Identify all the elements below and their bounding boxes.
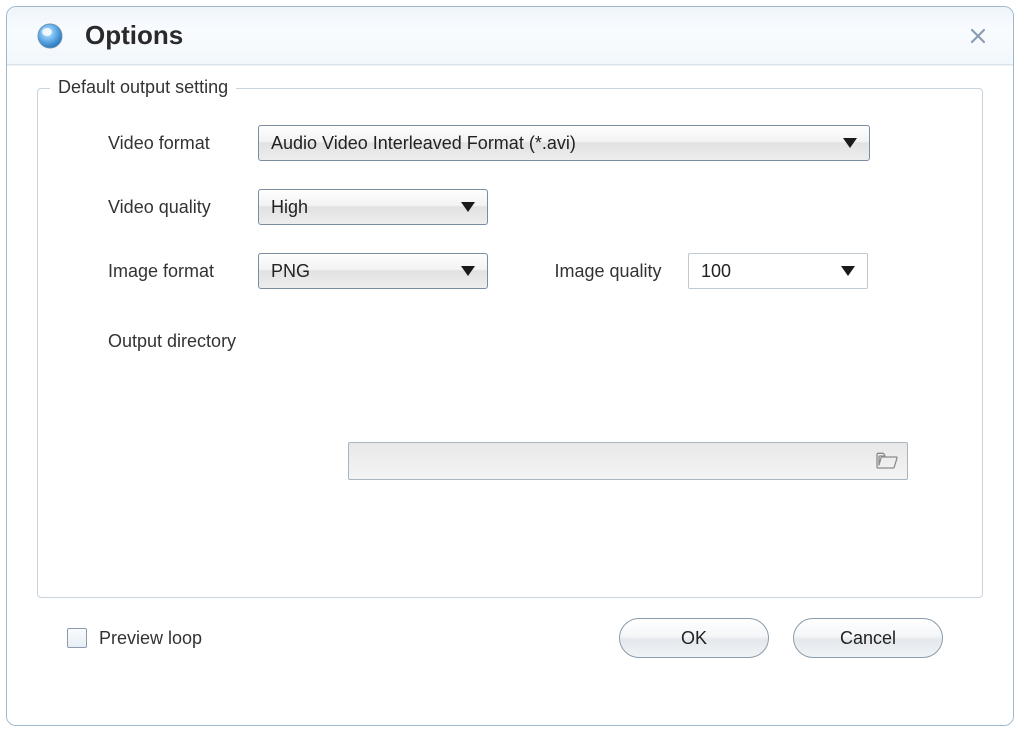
video-quality-label: Video quality	[68, 197, 258, 218]
image-format-dropdown[interactable]: PNG	[258, 253, 488, 289]
output-directory-input[interactable]	[348, 442, 908, 480]
chevron-down-icon	[461, 266, 475, 276]
chevron-down-icon	[841, 266, 855, 276]
image-quality-value: 100	[701, 261, 831, 282]
chevron-down-icon	[461, 202, 475, 212]
close-icon[interactable]	[963, 21, 993, 51]
cancel-button[interactable]: Cancel	[793, 618, 943, 658]
image-format-row: Image format PNG Image quality 100	[68, 253, 952, 289]
titlebar: Options	[7, 7, 1013, 65]
ok-button[interactable]: OK	[619, 618, 769, 658]
video-format-label: Video format	[68, 133, 258, 154]
options-dialog: Options Default output setting Video for…	[6, 6, 1014, 726]
video-format-dropdown[interactable]: Audio Video Interleaved Format (*.avi)	[258, 125, 870, 161]
cancel-button-label: Cancel	[840, 628, 896, 649]
video-quality-dropdown[interactable]: High	[258, 189, 488, 225]
dialog-footer: Preview loop OK Cancel	[37, 598, 983, 686]
video-format-row: Video format Audio Video Interleaved For…	[68, 125, 952, 161]
app-icon	[35, 21, 65, 51]
output-path-row	[68, 442, 952, 480]
video-quality-value: High	[271, 197, 451, 218]
window-title: Options	[85, 20, 963, 51]
chevron-down-icon	[843, 138, 857, 148]
video-format-value: Audio Video Interleaved Format (*.avi)	[271, 133, 833, 154]
ok-button-label: OK	[681, 628, 707, 649]
default-output-fieldset: Default output setting Video format Audi…	[37, 88, 983, 598]
preview-loop-checkbox[interactable]	[67, 628, 87, 648]
button-group: OK Cancel	[619, 618, 943, 658]
fieldset-legend: Default output setting	[50, 77, 236, 98]
image-format-label: Image format	[68, 261, 258, 282]
image-quality-label: Image quality	[528, 261, 688, 282]
image-format-value: PNG	[271, 261, 451, 282]
browse-folder-icon[interactable]	[873, 448, 901, 474]
output-directory-label: Output directory	[68, 331, 952, 352]
image-quality-combo[interactable]: 100	[688, 253, 868, 289]
video-quality-row: Video quality High	[68, 189, 952, 225]
preview-loop-label: Preview loop	[99, 628, 202, 649]
content-area: Default output setting Video format Audi…	[7, 65, 1013, 725]
